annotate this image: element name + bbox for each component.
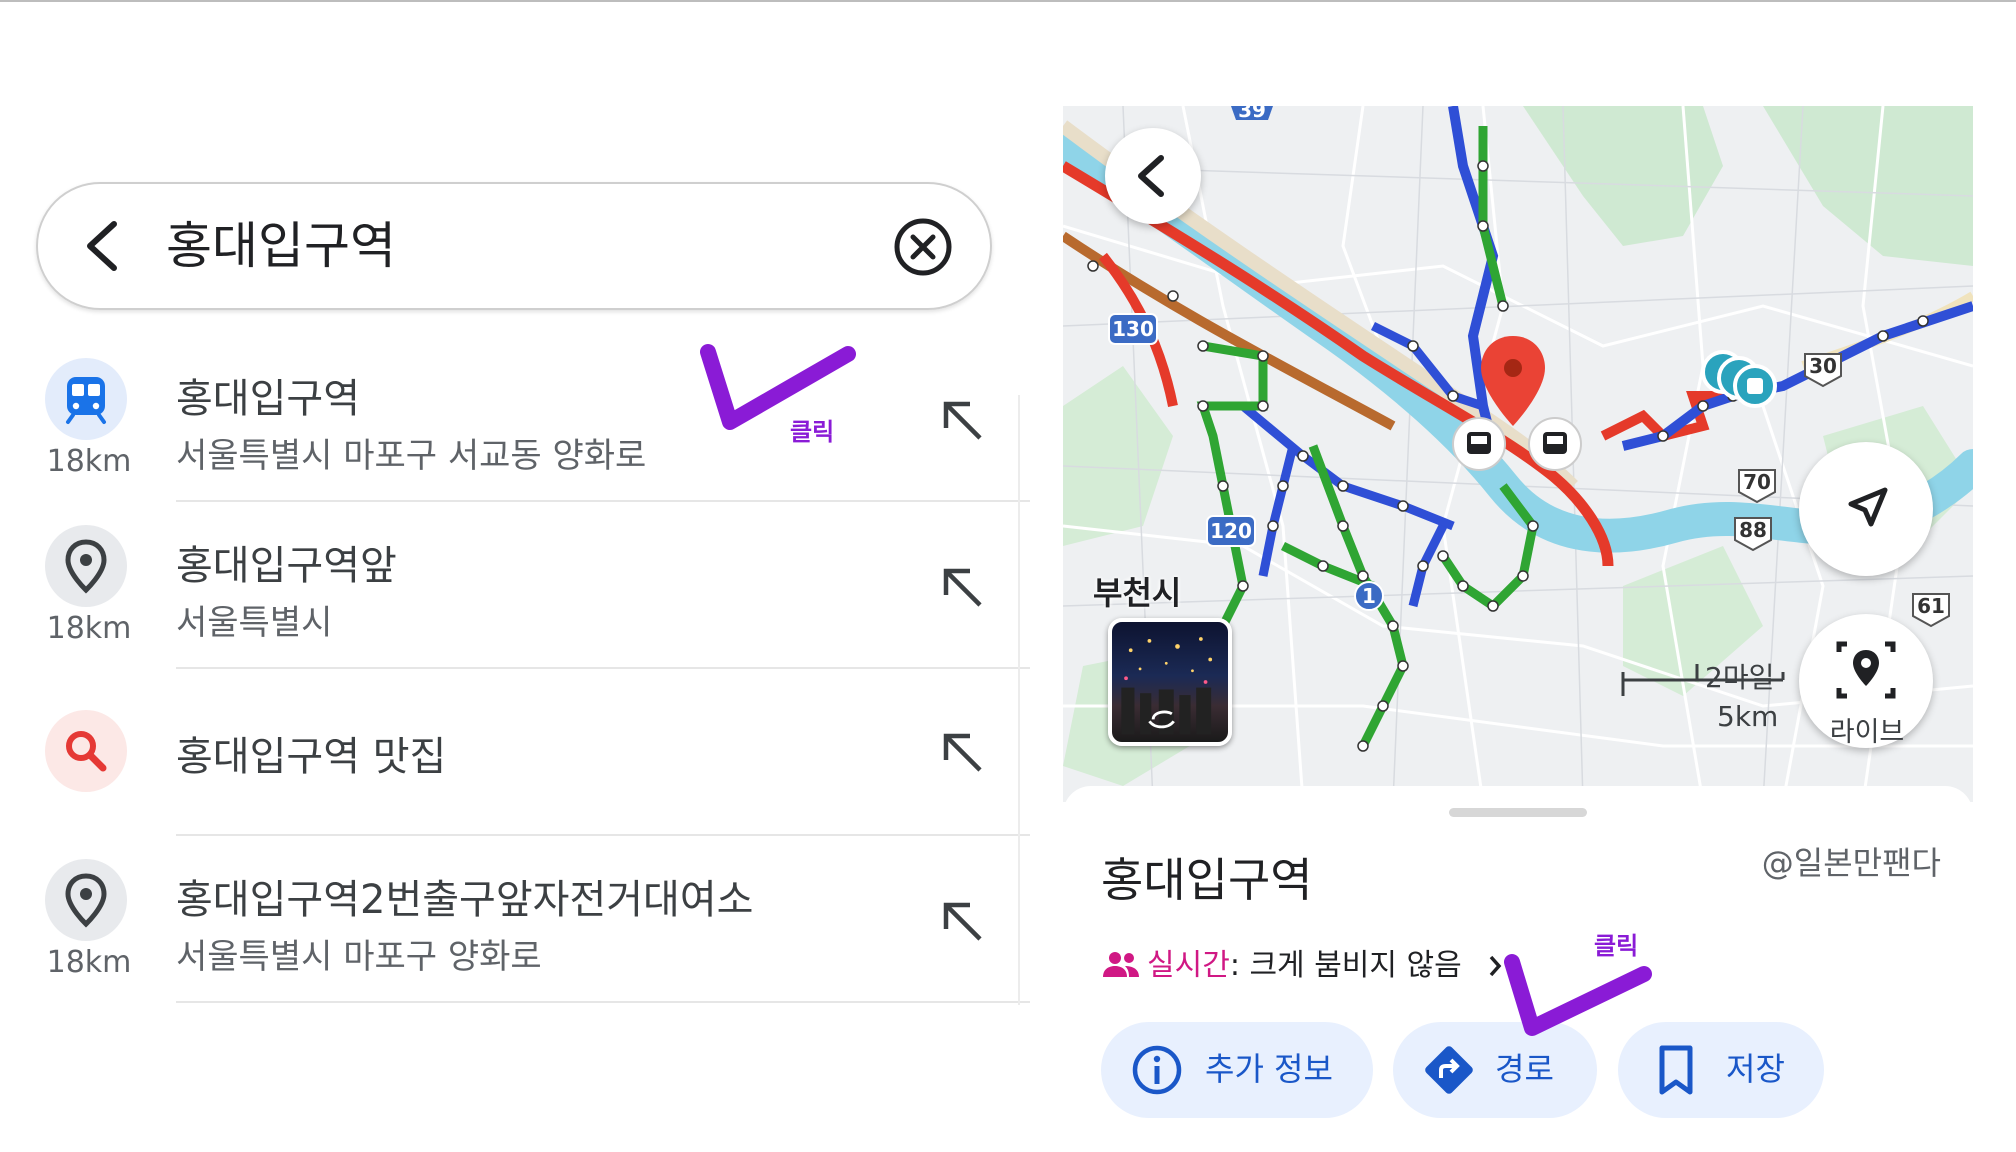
location-pin-icon [45,859,127,941]
road-badge-70: 70 [1743,470,1771,494]
result-title: 홍대입구역앞 [176,543,397,589]
search-bar[interactable]: 홍대입구역 [36,182,992,310]
scale-miles: 2마일 [1705,661,1775,694]
click-annotation-label: 클릭 [1594,932,1639,960]
street-view-thumbnail[interactable] [1108,618,1232,746]
result-subtitle: 서울특별시 마포구 양화로 [176,937,542,977]
map-back-button[interactable] [1105,128,1201,224]
bookmark-icon [1659,1045,1693,1095]
road-badge-30: 30 [1809,354,1837,378]
result-title: 홍대입구역 [176,376,360,422]
distance-label: 18km [46,611,132,646]
chevron-right-icon [1489,955,1502,977]
save-label: 저장 [1726,1050,1785,1088]
road-badge-130: 130 [1112,317,1154,341]
result-item[interactable]: 18km 홍대입구역2번출구앞자전거대여소 서울특별시 마포구 양화로 [0,835,1030,1003]
result-title: 홍대입구역2번출구앞자전거대여소 [176,877,754,923]
subway-icon [45,358,127,440]
live-view-button[interactable]: 라이브 [1799,614,1933,748]
distance-label: 18km [46,444,132,479]
search-input[interactable]: 홍대입구역 [166,210,396,282]
directions-label: 경로 [1495,1050,1554,1088]
watermark-credit: @일본만팬다 [1761,844,1941,882]
live-label: 실시간 [1147,948,1230,983]
road-badge-120: 120 [1210,519,1252,543]
fill-query-arrow-icon[interactable] [940,565,986,611]
result-item[interactable]: 18km 홍대입구역앞 서울특별시 [0,501,1030,669]
result-subtitle: 서울특별시 [176,603,333,643]
scale-km: 5km [1717,700,1779,733]
result-item[interactable]: 18km 홍대입구역 서울특별시 마포구 서교동 양화로 [0,334,1030,502]
live-busyness[interactable]: 실시간: 크게 붐비지 않음 [1101,940,1505,984]
chevron-left-icon [1138,155,1164,197]
live-view-label: 라이브 [1829,717,1905,748]
click-annotation-label: 클릭 [790,418,835,446]
road-badge-39: 39 [1238,106,1266,122]
checkmark-annotation-icon [1504,954,1652,1036]
directions-icon [1425,1046,1473,1094]
scroll-track [1018,395,1020,1005]
distance-label: 18km [46,945,132,980]
street-scene-image [1121,637,1213,735]
people-icon [1103,952,1139,977]
sheet-handle[interactable] [1449,808,1587,817]
search-icon [45,710,127,792]
info-icon [1132,1045,1182,1095]
fill-query-arrow-icon[interactable] [940,398,986,444]
result-item[interactable]: 홍대입구역 맛집 [0,668,1030,836]
more-info-label: 추가 정보 [1205,1050,1333,1088]
checkmark-annotation-icon [700,344,856,430]
navigation-arrow-icon [1848,487,1888,527]
top-border [0,0,2016,2]
divider [176,1001,1030,1003]
fill-query-arrow-icon[interactable] [940,899,986,945]
result-title: 홍대입구역 맛집 [176,734,447,780]
more-info-button[interactable]: 추가 정보 [1101,1022,1373,1118]
city-label: 부천시 [1093,574,1182,612]
place-title: 홍대입구역 [1101,853,1313,907]
chevron-left-icon[interactable] [76,218,130,274]
result-subtitle: 서울특별시 마포구 서교동 양화로 [176,436,647,476]
fill-query-arrow-icon[interactable] [940,730,986,776]
location-pin-icon [45,525,127,607]
navigate-button[interactable] [1799,442,1933,576]
close-circle-icon[interactable] [892,216,954,278]
map-view[interactable]: 39 130 120 1 30 70 88 61 라이브 부천시 2마일 5km [1063,106,1973,802]
live-status-text: : 크게 붐비지 않음 [1229,948,1462,983]
road-badge-88: 88 [1739,518,1767,542]
road-badge-1: 1 [1362,584,1376,608]
